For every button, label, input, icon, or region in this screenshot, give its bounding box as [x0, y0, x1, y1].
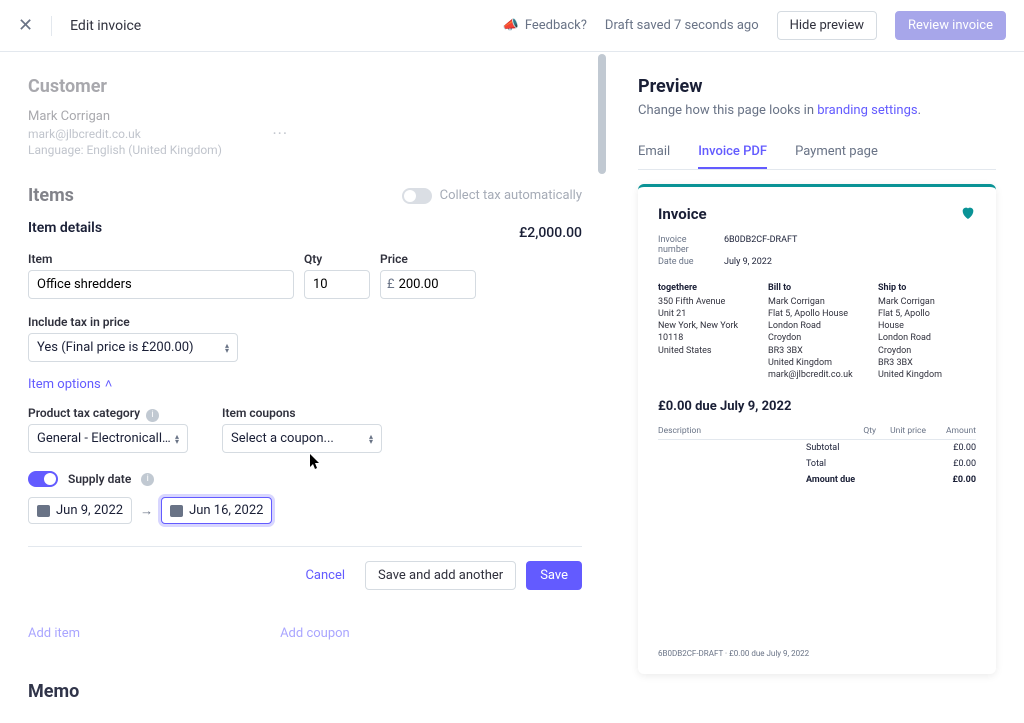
item-coupons-label: Item coupons: [222, 406, 400, 420]
chevron-up-icon: ˄: [105, 376, 113, 392]
product-tax-label: Product tax category: [28, 406, 140, 420]
supply-date-toggle[interactable]: [28, 471, 58, 487]
item-options-toggle[interactable]: Item options ˄: [28, 376, 582, 392]
tab-invoice-pdf[interactable]: Invoice PDF: [698, 136, 767, 169]
memo-heading: Memo: [28, 681, 582, 702]
info-icon[interactable]: i: [141, 473, 154, 486]
tab-payment-page[interactable]: Payment page: [795, 136, 878, 169]
megaphone-icon: 📣: [503, 18, 519, 33]
supply-date-label: Supply date: [68, 472, 131, 486]
tab-email[interactable]: Email: [638, 136, 670, 169]
currency-symbol: £: [387, 277, 395, 292]
price-label: Price: [380, 252, 476, 266]
scrollbar[interactable]: [598, 54, 606, 174]
pdf-title: Invoice: [658, 205, 976, 223]
item-name-input[interactable]: [28, 270, 294, 299]
supply-date-from[interactable]: Jun 9, 2022: [28, 497, 132, 524]
customer-section: Customer Mark Corrigan mark@jlbcredit.co…: [28, 76, 582, 157]
page-title: Edit invoice: [70, 18, 141, 34]
close-icon[interactable]: ✕: [18, 15, 33, 36]
customer-more-icon[interactable]: ···: [272, 124, 288, 143]
draft-saved-text: Draft saved 7 seconds ago: [605, 18, 759, 33]
collect-tax-toggle[interactable]: [402, 188, 432, 204]
item-total: £2,000.00: [519, 225, 582, 241]
supply-date-to[interactable]: Jun 16, 2022: [161, 497, 272, 524]
cursor-icon: [310, 454, 322, 470]
items-heading: Items: [28, 185, 74, 206]
calendar-icon: [37, 505, 50, 517]
include-tax-label: Include tax in price: [28, 315, 582, 329]
item-label: Item: [28, 252, 294, 266]
divider: [51, 16, 52, 36]
collect-tax-label: Collect tax automatically: [440, 188, 582, 203]
pdf-preview: Invoice Invoice number6B0DB2CF-DRAFT Dat…: [638, 184, 996, 674]
hide-preview-button[interactable]: Hide preview: [777, 11, 877, 40]
qty-input[interactable]: [304, 270, 370, 299]
pdf-bill-to: Bill to Mark Corrigan Flat 5, Apollo Hou…: [768, 283, 866, 381]
pdf-ship-to: Ship to Mark Corrigan Flat 5, Apollo Hou…: [878, 283, 976, 381]
save-add-another-button[interactable]: Save and add another: [365, 561, 516, 590]
cancel-button[interactable]: Cancel: [295, 562, 355, 589]
chevron-updown-icon: ▴▾: [225, 343, 229, 353]
chevron-updown-icon: ▴▾: [175, 434, 179, 444]
add-item-link[interactable]: Add item: [28, 626, 80, 641]
item-coupons-select[interactable]: Select a coupon... ▴▾: [222, 424, 382, 453]
brand-logo-icon: [960, 205, 976, 221]
feedback-link[interactable]: 📣 Feedback?: [503, 18, 587, 33]
pdf-table: Description Qty Unit price Amount Subtot…: [658, 426, 976, 488]
price-input-wrap[interactable]: £: [380, 270, 476, 299]
pdf-due-line: £0.00 due July 9, 2022: [658, 399, 976, 414]
calendar-icon: [170, 505, 183, 517]
edit-panel: Customer Mark Corrigan mark@jlbcredit.co…: [0, 52, 610, 723]
customer-heading: Customer: [28, 76, 582, 97]
info-icon[interactable]: i: [146, 409, 159, 422]
qty-label: Qty: [304, 252, 370, 266]
preview-tabs: Email Invoice PDF Payment page: [638, 136, 996, 170]
pdf-from: togethere 350 Fifth Avenue Unit 21 New Y…: [658, 283, 756, 381]
branding-settings-link[interactable]: branding settings: [817, 103, 917, 118]
preview-subtext: Change how this page looks in branding s…: [638, 103, 996, 118]
chevron-updown-icon: ▴▾: [369, 434, 373, 444]
divider: [28, 546, 582, 547]
customer-email: mark@jlbcredit.co.uk: [28, 127, 141, 141]
topbar: ✕ Edit invoice 📣 Feedback? Draft saved 7…: [0, 0, 1024, 52]
product-tax-select[interactable]: General - Electronically ... ▴▾: [28, 424, 188, 453]
review-invoice-button[interactable]: Review invoice: [895, 11, 1006, 40]
pdf-footer: 6B0DB2CF-DRAFT · £0.00 due July 9, 2022: [658, 649, 809, 658]
save-button[interactable]: Save: [526, 561, 582, 590]
customer-language: Language: English (United Kingdom): [28, 143, 582, 157]
include-tax-select[interactable]: Yes (Final price is £200.00) ▴▾: [28, 333, 238, 362]
preview-heading: Preview: [638, 76, 996, 97]
preview-panel: Preview Change how this page looks in br…: [610, 52, 1024, 723]
item-details-heading: Item details: [28, 220, 102, 236]
price-input[interactable]: [399, 271, 459, 298]
arrow-right-icon: →: [140, 503, 153, 519]
add-coupon-link[interactable]: Add coupon: [280, 626, 350, 641]
customer-name: Mark Corrigan: [28, 109, 582, 124]
